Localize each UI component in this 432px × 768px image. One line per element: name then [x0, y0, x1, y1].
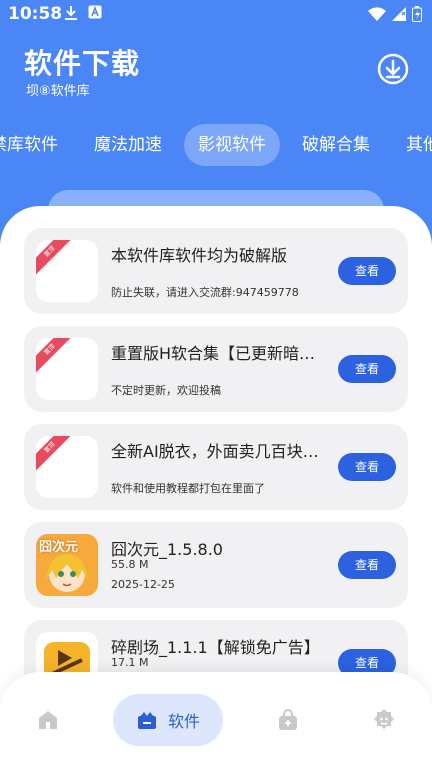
software-list: 置顶 本软件库软件均为破解版 防止失联，请进入交流群:947459778 查看 … — [24, 228, 408, 718]
view-button[interactable]: 查看 — [338, 551, 396, 579]
item-title: 本软件库软件均为破解版 — [111, 246, 288, 265]
app-icon: 置顶 — [36, 338, 98, 400]
battery-icon — [412, 6, 422, 22]
app-icon-text: 囧次元 — [39, 540, 79, 555]
bottom-nav: 软件 — [0, 672, 432, 768]
list-item[interactable]: 置顶 全新AI脱衣，外面卖几百块的那种 软件和使用教程都打包在里面了 查看 — [24, 424, 408, 510]
app-icon: 置顶 — [36, 436, 98, 498]
status-bar: 10:58 — [0, 0, 432, 30]
item-desc: 不定时更新，欢迎投稿 — [111, 384, 221, 397]
anime-app-icon: 囧次元 — [36, 534, 98, 596]
list-item[interactable]: 置顶 重置版H软合集【已更新暗网禁区】 不定时更新，欢迎投稿 查看 — [24, 326, 408, 412]
item-size: 55.8 M — [111, 558, 149, 571]
download-button[interactable] — [376, 52, 410, 86]
tab-other[interactable]: 其他软件 — [392, 124, 432, 166]
download-status-icon — [65, 6, 77, 20]
wifi-icon — [368, 7, 386, 21]
nav-software[interactable]: 软件 — [113, 694, 223, 746]
nav-bag[interactable] — [268, 700, 308, 740]
nav-software-label: 软件 — [167, 712, 200, 731]
item-title: 重置版H软合集【已更新暗网禁区】 — [111, 344, 331, 363]
page-title: 软件下载 — [24, 47, 141, 80]
item-desc: 防止失联，请进入交流群:947459778 — [111, 286, 299, 299]
profile-icon — [374, 709, 394, 729]
tab-restricted[interactable]: 禁库软件 — [0, 124, 72, 166]
status-time: 10:58 — [8, 4, 63, 24]
pinned-ribbon: 置顶 — [36, 240, 76, 278]
status-left-icons — [64, 5, 102, 21]
pinned-ribbon: 置顶 — [36, 338, 76, 376]
tab-video[interactable]: 影视软件 — [184, 124, 280, 166]
item-title: 全新AI脱衣，外面卖几百块的那种 — [111, 442, 331, 461]
page-subtitle: 坝⑧软件库 — [26, 84, 90, 99]
tab-vpn[interactable]: 魔法加速 — [80, 124, 176, 166]
tab-cracked[interactable]: 破解合集 — [288, 124, 384, 166]
view-button[interactable]: 查看 — [338, 257, 396, 285]
category-tabs: 禁库软件 魔法加速 影视软件 破解合集 其他软件 — [0, 124, 432, 166]
pinned-ribbon: 置顶 — [36, 436, 76, 474]
crown-box-icon — [137, 712, 156, 729]
home-icon — [39, 711, 57, 729]
item-desc: 软件和使用教程都打包在里面了 — [111, 482, 265, 495]
item-size: 17.1 M — [111, 656, 149, 669]
view-button[interactable]: 查看 — [338, 453, 396, 481]
item-date: 2025-12-25 — [111, 578, 175, 591]
view-button[interactable]: 查看 — [338, 355, 396, 383]
list-item[interactable]: 置顶 本软件库软件均为破解版 防止失联，请进入交流群:947459778 查看 — [24, 228, 408, 314]
item-title: 囧次元_1.5.8.0 — [111, 540, 223, 559]
app-icon: 置顶 — [36, 240, 98, 302]
nav-home[interactable] — [28, 700, 68, 740]
app-status-icon — [88, 5, 102, 19]
signal-icon — [392, 7, 406, 21]
bag-icon — [279, 709, 297, 730]
list-item[interactable]: 囧次元 囧次元_1.5.8.0 55.8 M 2025-12-25 查看 — [24, 522, 408, 608]
download-icon — [377, 53, 409, 85]
status-right-icons — [368, 6, 422, 22]
nav-profile[interactable] — [364, 700, 404, 740]
item-title: 碎剧场_1.1.1【解锁免广告】 — [111, 638, 320, 657]
